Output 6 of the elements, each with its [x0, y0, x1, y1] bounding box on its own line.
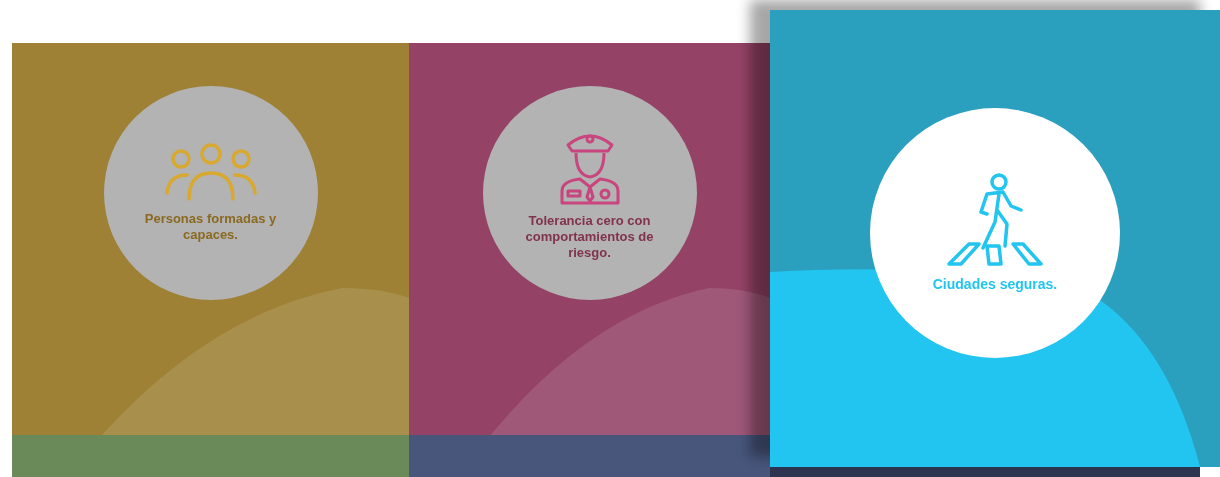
- card-label: Personas formadas y capaces.: [143, 210, 278, 244]
- feature-card[interactable]: Tolerancia cero con comportamientos de riesgo.: [409, 43, 770, 435]
- feature-card[interactable]: Ciudades seguras.: [770, 10, 1220, 467]
- feature-card[interactable]: Personas formadas y capaces.: [12, 43, 409, 435]
- card-label: Ciudades seguras.: [932, 275, 1058, 294]
- card-label: Tolerancia cero con comportamientos de riesgo.: [524, 212, 655, 262]
